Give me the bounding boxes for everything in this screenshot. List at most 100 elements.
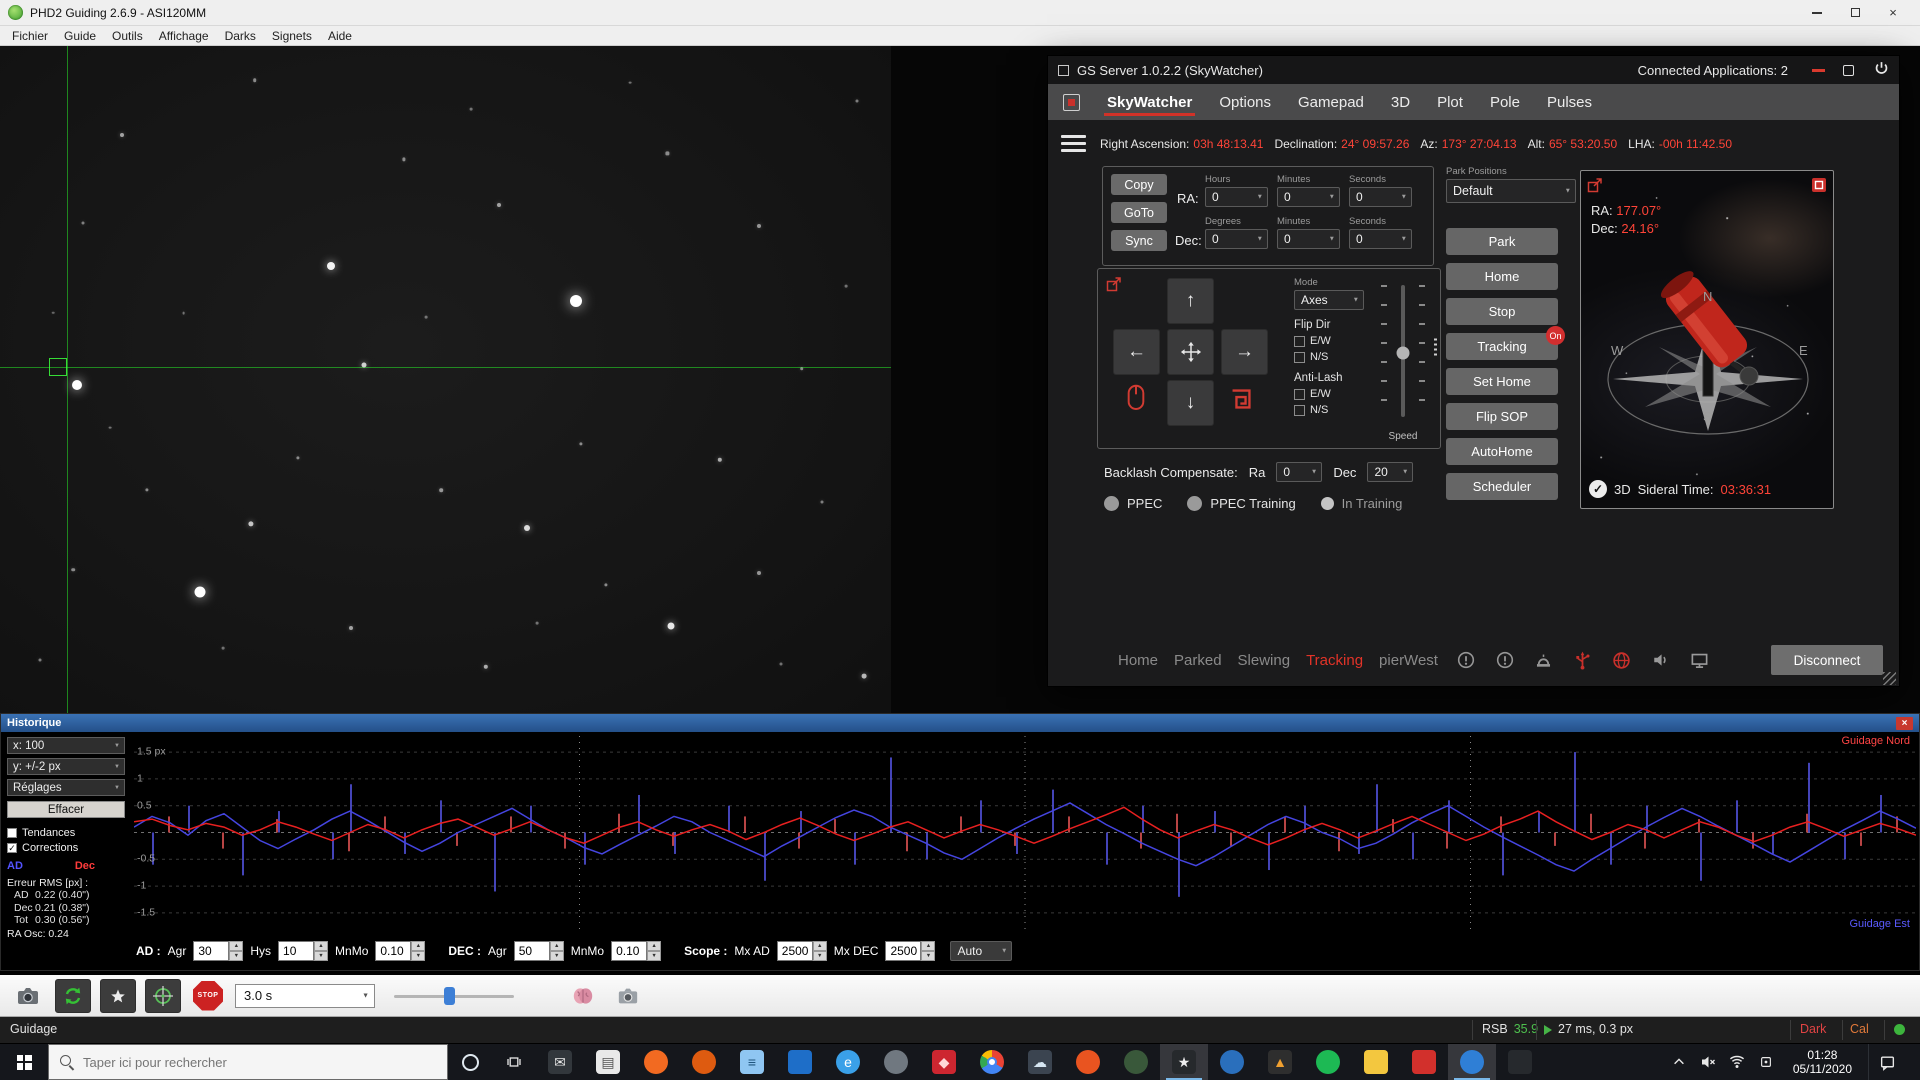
- auto-select-star-icon[interactable]: [100, 979, 136, 1013]
- slew-west-button[interactable]: ←: [1113, 329, 1160, 375]
- action-tracking-button[interactable]: TrackingOn: [1446, 333, 1558, 360]
- slew-stop-center-button[interactable]: [1167, 329, 1214, 375]
- hamburger-menu-icon[interactable]: [1061, 135, 1086, 152]
- gsserver-minimize-button[interactable]: [1812, 69, 1825, 72]
- sync-button[interactable]: Sync: [1111, 230, 1167, 251]
- menu-affichage[interactable]: Affichage: [151, 29, 217, 43]
- spin-up-button[interactable]: [550, 941, 564, 951]
- action-stop-button[interactable]: Stop: [1446, 298, 1558, 325]
- y-scale-select[interactable]: y: +/-2 px: [7, 758, 125, 775]
- phd2-maximize-button[interactable]: [1836, 1, 1874, 25]
- hidden-icons-chevron-icon[interactable]: [1668, 1048, 1690, 1076]
- spiral-search-icon[interactable]: [1228, 386, 1254, 417]
- action-scheduler-button[interactable]: Scheduler: [1446, 473, 1558, 500]
- taskbar-clock[interactable]: 01:28 05/11/2020: [1784, 1048, 1861, 1076]
- spin-up-button[interactable]: [647, 941, 661, 951]
- tab-3d[interactable]: 3D: [1391, 84, 1410, 120]
- anti-lash-ns-checkbox[interactable]: [1294, 405, 1305, 416]
- phd2-minimize-button[interactable]: [1798, 1, 1836, 25]
- spin-down-button[interactable]: [550, 951, 564, 961]
- ppec-training-radio[interactable]: [1187, 496, 1202, 511]
- param-value[interactable]: 0.10: [611, 941, 647, 961]
- exposure-duration-select[interactable]: 3.0 s: [235, 984, 375, 1008]
- param-value[interactable]: 0.10: [375, 941, 411, 961]
- spin-down-button[interactable]: [314, 951, 328, 961]
- network-wifi-icon[interactable]: [1726, 1048, 1748, 1076]
- menu-outils[interactable]: Outils: [104, 29, 151, 43]
- ppec-radio[interactable]: [1104, 496, 1119, 511]
- slew-north-button[interactable]: ↑: [1167, 278, 1214, 324]
- file-explorer-app-icon[interactable]: [1352, 1044, 1400, 1080]
- param-value[interactable]: 2500: [885, 941, 921, 961]
- mouse-control-icon[interactable]: [1125, 383, 1147, 418]
- history-close-button[interactable]: ×: [1896, 717, 1913, 730]
- popout-3d-view-icon[interactable]: [1587, 177, 1603, 198]
- tab-gamepad[interactable]: Gamepad: [1298, 84, 1364, 120]
- taskbar-search-box[interactable]: [48, 1044, 448, 1080]
- tab-options[interactable]: Options: [1219, 84, 1271, 120]
- param-value[interactable]: 10: [278, 941, 314, 961]
- clear-button[interactable]: Effacer: [7, 801, 125, 818]
- gamma-slider-handle[interactable]: [444, 987, 455, 1005]
- action-autohome-button[interactable]: AutoHome: [1446, 438, 1558, 465]
- spin-up-button[interactable]: [411, 941, 425, 951]
- action-center-button[interactable]: [1868, 1044, 1906, 1080]
- tab-pulses[interactable]: Pulses: [1547, 84, 1592, 120]
- park-position-select[interactable]: Default: [1446, 179, 1576, 203]
- dec-minutes-select[interactable]: 0: [1277, 229, 1340, 249]
- backlash-dec-select[interactable]: 20: [1367, 462, 1413, 482]
- param-value[interactable]: 30: [193, 941, 229, 961]
- search-input[interactable]: [83, 1055, 436, 1070]
- thunderbird-app-icon[interactable]: [680, 1044, 728, 1080]
- copy-button[interactable]: Copy: [1111, 174, 1167, 195]
- guide-camera-image[interactable]: [0, 46, 891, 713]
- goto-button[interactable]: GoTo: [1111, 202, 1167, 223]
- popout-slew-pad-icon[interactable]: [1106, 276, 1122, 297]
- slew-east-button[interactable]: →: [1221, 329, 1268, 375]
- dec-seconds-select[interactable]: 0: [1349, 229, 1412, 249]
- slew-mode-select[interactable]: Axes: [1294, 290, 1364, 310]
- spin-down-button[interactable]: [921, 951, 935, 961]
- spin-down-button[interactable]: [229, 951, 243, 961]
- spin-down-button[interactable]: [813, 951, 827, 961]
- disconnect-button[interactable]: Disconnect: [1771, 645, 1883, 675]
- tab-plot[interactable]: Plot: [1437, 84, 1463, 120]
- advanced-settings-brain-icon[interactable]: [565, 979, 601, 1013]
- stellarium-app-icon[interactable]: [1208, 1044, 1256, 1080]
- start-guiding-target-icon[interactable]: [145, 979, 181, 1013]
- cortana-button[interactable]: [448, 1044, 492, 1080]
- mail-app-icon[interactable]: ✉: [536, 1044, 584, 1080]
- slew-south-button[interactable]: ↓: [1167, 380, 1214, 426]
- chrome-app-icon[interactable]: [968, 1044, 1016, 1080]
- usb-tray-icon[interactable]: [1755, 1048, 1777, 1076]
- spin-down-button[interactable]: [411, 951, 425, 961]
- trendlines-checkbox[interactable]: [7, 828, 17, 838]
- menu-signets[interactable]: Signets: [264, 29, 320, 43]
- menu-darks[interactable]: Darks: [217, 29, 264, 43]
- param-value[interactable]: 2500: [777, 941, 813, 961]
- x-scale-select[interactable]: x: 100: [7, 737, 125, 754]
- tab-pole[interactable]: Pole: [1490, 84, 1520, 120]
- firefox-app-icon[interactable]: [632, 1044, 680, 1080]
- param-value[interactable]: 50: [514, 941, 550, 961]
- prism-app-icon[interactable]: ▲: [1256, 1044, 1304, 1080]
- phd2-app-icon[interactable]: ★: [1160, 1044, 1208, 1080]
- loop-exposures-icon[interactable]: [55, 979, 91, 1013]
- anti-lash-ew-checkbox[interactable]: [1294, 389, 1305, 400]
- gsserver-app-icon[interactable]: [1448, 1044, 1496, 1080]
- settings-gear-app-icon[interactable]: [872, 1044, 920, 1080]
- edge-app-icon[interactable]: e: [824, 1044, 872, 1080]
- volume-muted-icon[interactable]: [1697, 1048, 1719, 1076]
- telescope-3d-view[interactable]: RA: 177.07° Dec: 24.16°: [1580, 170, 1834, 509]
- speed-slider-handle[interactable]: [1397, 347, 1410, 360]
- menu-guide[interactable]: Guide: [56, 29, 104, 43]
- start-button[interactable]: [0, 1044, 48, 1080]
- notepad-app-icon[interactable]: ≡: [728, 1044, 776, 1080]
- onedrive-app-icon[interactable]: ☁: [1016, 1044, 1064, 1080]
- spin-up-button[interactable]: [813, 941, 827, 951]
- vlc-app-icon[interactable]: [1400, 1044, 1448, 1080]
- dec-guide-mode-select[interactable]: Auto: [950, 941, 1012, 961]
- task-view-button[interactable]: [492, 1044, 536, 1080]
- spotify-app-icon[interactable]: [1304, 1044, 1352, 1080]
- phd2-close-button[interactable]: ×: [1874, 1, 1912, 25]
